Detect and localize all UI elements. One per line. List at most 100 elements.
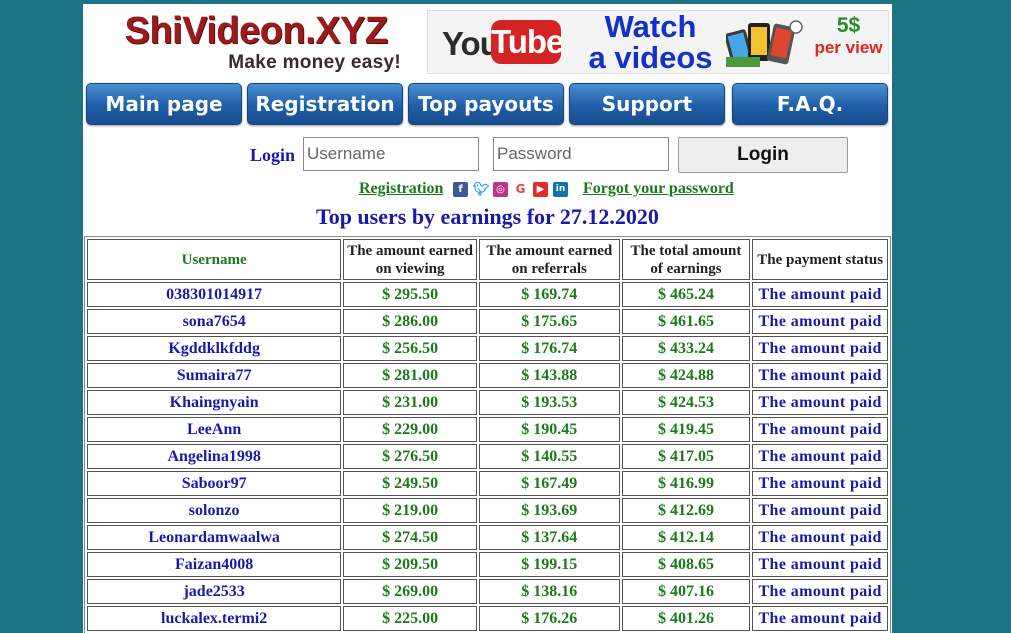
leaderboard-table: Username The amount earned on viewing Th… [84,236,891,633]
facebook-icon[interactable]: f [453,182,468,197]
total-amount-cell: $ 412.14 [621,525,751,550]
username-input[interactable] [303,137,479,171]
referrals-amount-cell: $ 143.88 [478,363,620,388]
table-row: LeeAnn $ 229.00 $ 190.45 $ 419.45 The amount… [87,417,888,442]
column-header-viewing: The amount earned on viewing [343,239,477,280]
phones-icon [726,20,803,67]
table-row: jade2533 $ 269.00 $ 138.16 $ 407.16 The amou… [87,579,888,604]
referrals-amount-cell: $ 175.65 [478,309,620,334]
nav-main-page-button[interactable]: Main page [86,83,242,125]
registration-link[interactable]: Registration [359,180,443,198]
username-cell: jade2533 [87,579,342,604]
referrals-amount-cell: $ 167.49 [478,471,620,496]
table-row: Sumaira77 $ 281.00 $ 143.88 $ 424.88 The amo… [87,363,888,388]
payment-status-cell: The amount paid [752,309,888,334]
total-amount-cell: $ 424.53 [621,390,751,415]
username-cell: Saboor97 [87,471,342,496]
nav-top-payouts-button[interactable]: Top payouts [408,83,564,125]
viewing-amount-cell: $ 225.00 [343,606,477,631]
viewing-amount-cell: $ 276.50 [343,444,477,469]
main-nav: Main page Registration Top payouts Suppo… [86,83,890,125]
leaderboard-title: Top users by earnings for 27.12.2020 [316,204,659,229]
referrals-amount-cell: $ 169.74 [478,282,620,307]
referrals-amount-cell: $ 140.55 [478,444,620,469]
payment-status-cell: The amount paid [752,525,888,550]
viewing-amount-cell: $ 295.50 [343,282,477,307]
payment-status-cell: The amount paid [752,282,888,307]
username-cell: Faizan4008 [87,552,342,577]
table-row: Saboor97 $ 249.50 $ 167.49 $ 416.99 The amou… [87,471,888,496]
banner-watch-line2: a videos [588,40,713,75]
banner-price-amount: 5$ [836,14,861,37]
site-logo[interactable]: ShiVideon.XYZ Make money easy! [111,10,401,76]
instagram-icon[interactable]: ◎ [493,182,508,197]
viewing-amount-cell: $ 209.50 [343,552,477,577]
username-cell: sona7654 [87,309,342,334]
table-row: Kgddklkfddg $ 256.50 $ 176.74 $ 433.24 The a… [87,336,888,361]
username-cell: LeeAnn [87,417,342,442]
table-row: Angelina1998 $ 276.50 $ 140.55 $ 417.05 The … [87,444,888,469]
referrals-amount-cell: $ 193.69 [478,498,620,523]
total-amount-cell: $ 419.45 [621,417,751,442]
leaderboard-body: 038301014917 $ 295.50 $ 169.74 $ 465.24 The … [87,282,888,631]
column-header-status: The payment status [752,239,888,280]
login-label: Login [250,145,296,165]
youtube-banner[interactable]: You Tube Watch a videos 5$ per view [427,10,889,74]
total-amount-cell: $ 412.69 [621,498,751,523]
viewing-amount-cell: $ 281.00 [343,363,477,388]
payment-status-cell: The amount paid [752,579,888,604]
referrals-amount-cell: $ 176.26 [478,606,620,631]
table-row: sona7654 $ 286.00 $ 175.65 $ 461.65 The amou… [87,309,888,334]
username-cell: Sumaira77 [87,363,342,388]
viewing-amount-cell: $ 269.00 [343,579,477,604]
banner-tube-text: Tube [491,20,564,64]
total-amount-cell: $ 461.65 [621,309,751,334]
total-amount-cell: $ 408.65 [621,552,751,577]
banner-price-per-view: per view [814,38,883,57]
referrals-amount-cell: $ 199.15 [478,552,620,577]
password-input[interactable] [493,137,669,171]
viewing-amount-cell: $ 256.50 [343,336,477,361]
table-row: 038301014917 $ 295.50 $ 169.74 $ 465.24 The … [87,282,888,307]
table-row: Faizan4008 $ 209.50 $ 199.15 $ 408.65 The am… [87,552,888,577]
google-icon[interactable]: G [513,182,528,197]
twitter-icon[interactable]: 🐦︎ [473,182,490,197]
table-row: Leonardamwaalwa $ 274.50 $ 137.64 $ 412.14 T… [87,525,888,550]
viewing-amount-cell: $ 231.00 [343,390,477,415]
total-amount-cell: $ 465.24 [621,282,751,307]
banner-watch-text: Watch a videos [578,11,723,73]
logo-slogan: Make money easy! [228,52,401,73]
total-amount-cell: $ 417.05 [621,444,751,469]
total-amount-cell: $ 416.99 [621,471,751,496]
referrals-amount-cell: $ 137.64 [478,525,620,550]
username-cell: Kgddklkfddg [87,336,342,361]
page-container: ShiVideon.XYZ Make money easy! You Tube … [83,4,892,633]
username-cell: Khaingnyain [87,390,342,415]
viewing-amount-cell: $ 274.50 [343,525,477,550]
username-cell: solonzo [87,498,342,523]
viewing-amount-cell: $ 249.50 [343,471,477,496]
forgot-password-link[interactable]: Forgot your password [583,180,734,198]
table-row: Khaingnyain $ 231.00 $ 193.53 $ 424.53 The a… [87,390,888,415]
banner-watch-line1: Watch [604,9,697,44]
payment-status-cell: The amount paid [752,606,888,631]
linkedin-icon[interactable]: in [553,182,568,197]
viewing-amount-cell: $ 219.00 [343,498,477,523]
username-cell: luckalex.termi2 [87,606,342,631]
username-cell: 038301014917 [87,282,342,307]
payment-status-cell: The amount paid [752,498,888,523]
nav-registration-button[interactable]: Registration [247,83,403,125]
payment-status-cell: The amount paid [752,417,888,442]
viewing-amount-cell: $ 286.00 [343,309,477,334]
payment-status-cell: The amount paid [752,471,888,496]
table-row: luckalex.termi2 $ 225.00 $ 176.26 $ 401.26 T… [87,606,888,631]
referrals-amount-cell: $ 190.45 [478,417,620,442]
login-button[interactable]: Login [678,137,848,173]
payment-status-cell: The amount paid [752,363,888,388]
referrals-amount-cell: $ 176.74 [478,336,620,361]
youtube-icon[interactable]: ▶ [533,182,548,197]
viewing-amount-cell: $ 229.00 [343,417,477,442]
nav-support-button[interactable]: Support [569,83,725,125]
nav-faq-button[interactable]: F.A.Q. [732,83,888,125]
username-cell: Angelina1998 [87,444,342,469]
